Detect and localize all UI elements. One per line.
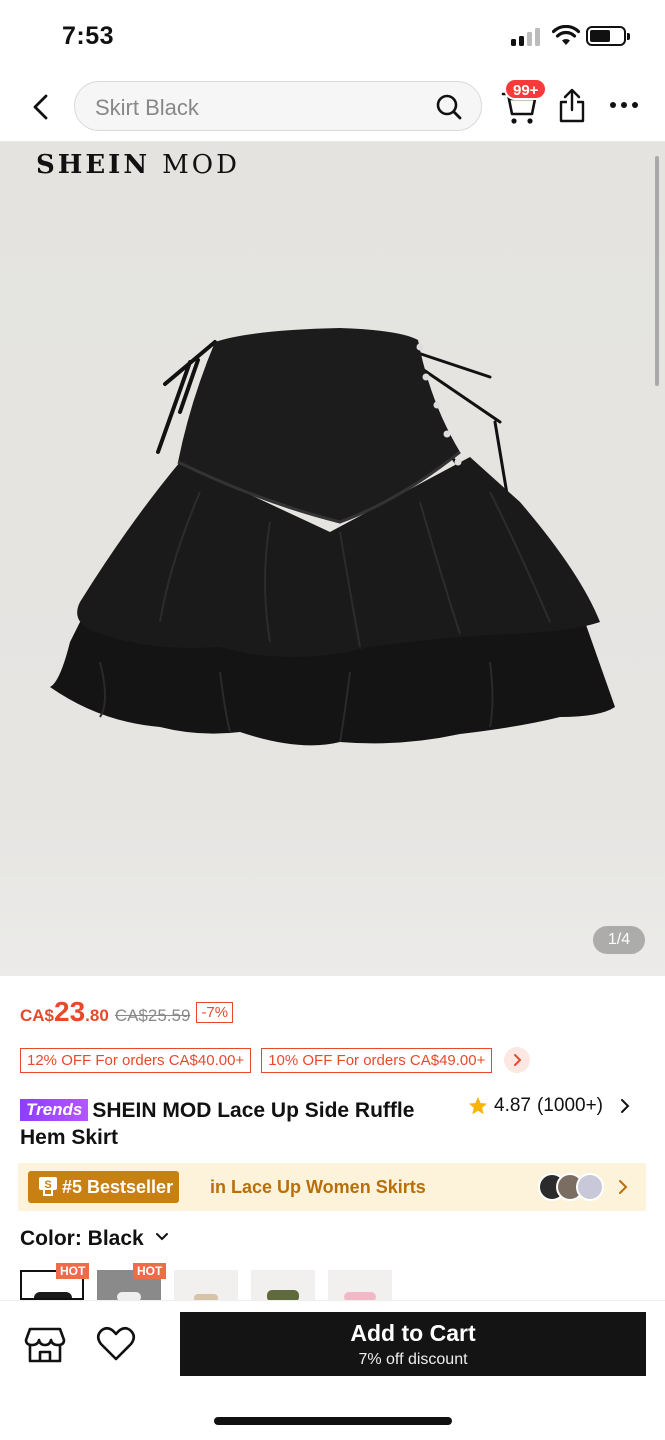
original-price: CA$25.59 — [114, 1006, 191, 1025]
image-scrollbar — [655, 156, 659, 386]
price-row: CA$ 23 .80 CA$25.59 -7% — [20, 996, 234, 1036]
chevron-right-icon — [514, 1054, 522, 1066]
brand-logo: SHEIN MOD — [36, 150, 240, 180]
star-icon — [469, 1097, 487, 1115]
chevron-right-icon — [619, 1180, 628, 1194]
hot-tag: HOT — [56, 1263, 90, 1279]
rating[interactable]: 4.87 (1000+) — [468, 1095, 635, 1117]
avatar — [576, 1173, 604, 1201]
add-to-cart-label: Add to Cart — [350, 1320, 476, 1346]
color-swatch[interactable] — [174, 1270, 238, 1300]
price-currency: CA$ — [20, 1006, 55, 1025]
trophy-icon: S — [39, 1177, 57, 1196]
bottom-action-bar: Add to Cart 7% off discount — [0, 1300, 665, 1440]
coupon-tag[interactable]: 10% OFF For orders CA$49.00+ — [261, 1047, 493, 1073]
search-icon[interactable] — [435, 93, 463, 121]
search-input-value: Skirt Black — [95, 95, 199, 120]
search-input[interactable]: Skirt Black — [74, 81, 482, 131]
brand-sub: MOD — [162, 150, 240, 180]
wifi-icon — [552, 25, 580, 45]
battery-icon — [586, 26, 630, 46]
nav-bar: Skirt Black 99+ — [0, 72, 665, 142]
bestseller-tag: S #5 Bestseller — [28, 1171, 180, 1203]
trends-badge[interactable]: Trends — [20, 1099, 89, 1121]
coupon-row[interactable]: 12% OFF For orders CA$40.00+ 10% OFF For… — [20, 1047, 531, 1073]
price-cents: .80 — [85, 1006, 109, 1025]
coupon-tag[interactable]: 12% OFF For orders CA$40.00+ — [20, 1047, 252, 1073]
home-indicator[interactable] — [214, 1417, 452, 1425]
color-label: Color: Black — [20, 1227, 144, 1250]
product-title: Trends SHEIN MOD Lace Up Side Ruffle Hem … — [20, 1097, 460, 1151]
skirt-image — [50, 328, 615, 746]
cart-badge: 99+ — [504, 78, 548, 100]
bestseller-rank: #5 Bestseller — [62, 1177, 174, 1197]
add-to-cart-subtitle: 7% off discount — [358, 1351, 468, 1368]
add-to-cart-button[interactable]: Add to Cart 7% off discount — [180, 1312, 646, 1376]
heart-icon[interactable] — [96, 1326, 136, 1362]
bestseller-category: in Lace Up Women Skirts — [210, 1177, 426, 1197]
review-count: (1000+) — [536, 1095, 604, 1116]
product-image[interactable]: SHEIN MOD 1/4 — [0, 142, 665, 976]
color-swatch[interactable] — [251, 1270, 315, 1300]
coupon-more-button[interactable] — [504, 1047, 531, 1073]
bestseller-banner[interactable]: S #5 Bestseller in Lace Up Women Skirts — [18, 1163, 646, 1211]
signal-icon — [511, 28, 543, 46]
hot-tag: HOT — [133, 1263, 167, 1279]
brand-name: SHEIN — [36, 150, 151, 180]
status-time: 7:53 — [62, 22, 115, 50]
color-swatch[interactable] — [328, 1270, 392, 1300]
status-bar: 7:53 — [0, 0, 665, 72]
store-icon[interactable] — [24, 1325, 66, 1365]
image-page-indicator: 1/4 — [593, 926, 645, 954]
chevron-right-icon — [621, 1099, 630, 1113]
more-icon[interactable] — [610, 102, 642, 112]
svg-text:S: S — [44, 1179, 51, 1191]
share-icon[interactable] — [556, 88, 588, 124]
color-selector[interactable]: Color: Black — [20, 1227, 170, 1251]
discount-tag: -7% — [196, 1002, 234, 1023]
back-icon[interactable] — [28, 92, 56, 122]
price-whole: 23 — [54, 996, 86, 1027]
rating-value: 4.87 — [494, 1095, 531, 1116]
chevron-down-icon — [155, 1233, 168, 1241]
product-title-block: Trends SHEIN MOD Lace Up Side Ruffle Hem … — [20, 1097, 460, 1151]
